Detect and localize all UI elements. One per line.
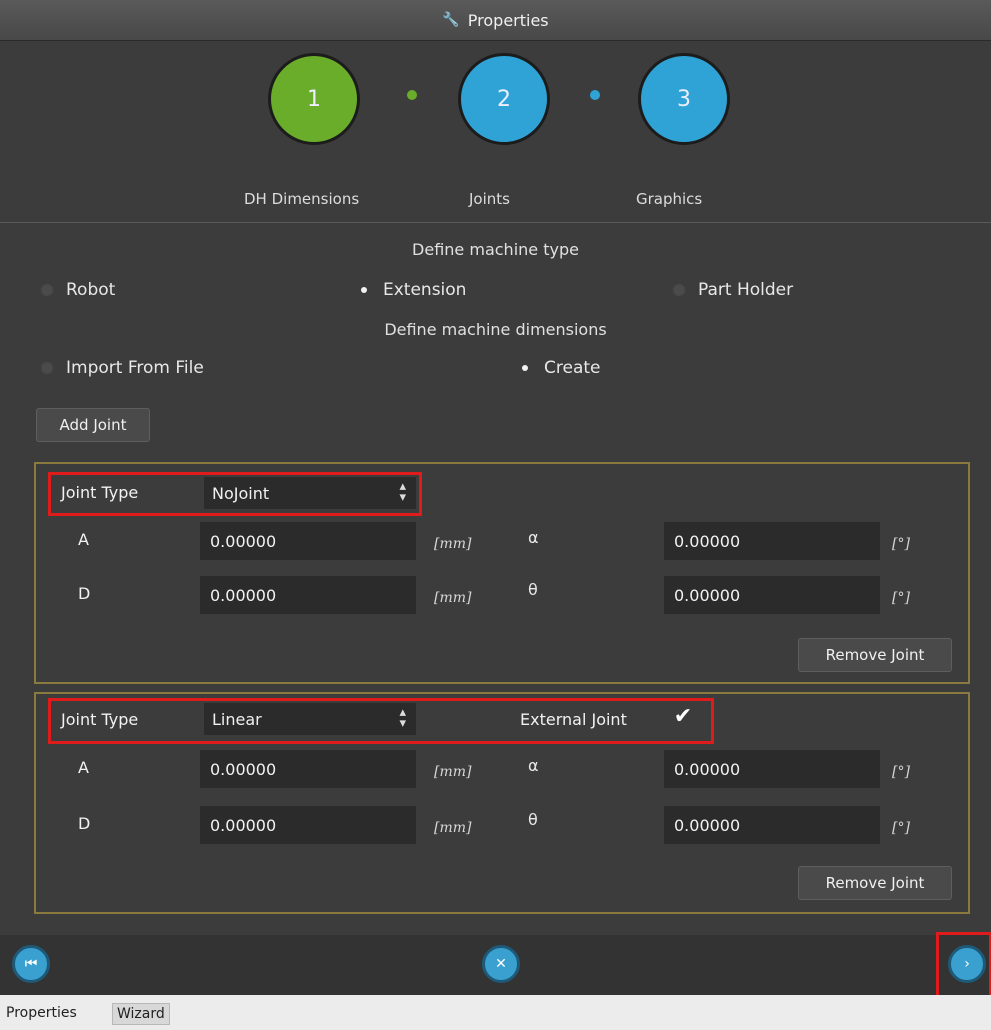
d-label: D: [78, 814, 91, 833]
alpha-unit: [°]: [892, 764, 910, 780]
theta-unit: [°]: [892, 820, 910, 836]
theta-label: θ: [528, 580, 538, 599]
step-3-label: Graphics: [636, 190, 703, 208]
a-label: A: [78, 758, 89, 777]
alpha-unit: [°]: [892, 536, 910, 552]
panel-title-bar: 🔧 Properties: [0, 0, 991, 41]
tab-wizard[interactable]: Wizard: [112, 1003, 170, 1025]
step-connector-dot: [590, 90, 600, 100]
tab-properties[interactable]: Properties: [2, 1003, 81, 1023]
a-input[interactable]: 0.00000: [200, 522, 416, 560]
machine-type-title: Define machine type: [412, 240, 579, 259]
wizard-steps: 1 2 3 DH Dimensions Joints Graphics: [0, 40, 991, 220]
alpha-label: α: [528, 528, 539, 547]
d-unit: [mm]: [434, 820, 472, 836]
a-label: A: [78, 530, 89, 549]
a-unit: [mm]: [434, 536, 472, 552]
panel-title: Properties: [467, 10, 549, 30]
radio-extension[interactable]: Extension: [357, 280, 466, 300]
external-joint-label: External Joint: [520, 710, 627, 729]
radio-import-from-file[interactable]: Import From File: [40, 358, 204, 378]
radio-robot[interactable]: Robot: [40, 280, 115, 300]
alpha-label: α: [528, 756, 539, 775]
alpha-input[interactable]: 0.00000: [664, 750, 880, 788]
step-connector-dot: [407, 90, 417, 100]
step-1-circle[interactable]: 1: [268, 53, 360, 145]
step-3-circle[interactable]: 3: [638, 53, 730, 145]
theta-unit: [°]: [892, 590, 910, 606]
external-joint-checkbox[interactable]: ✔: [672, 706, 694, 728]
radio-dot-selected: [518, 361, 532, 375]
d-input[interactable]: 0.00000: [200, 576, 416, 614]
divider: [0, 222, 991, 223]
joint-panel-1: Joint Type NoJoint ▴ ▾ A 0.00000 [mm] α 0…: [34, 462, 970, 684]
skip-back-icon[interactable]: ⏮: [12, 945, 50, 983]
theta-input[interactable]: 0.00000: [664, 576, 880, 614]
d-input[interactable]: 0.00000: [200, 806, 416, 844]
step-1-label: DH Dimensions: [244, 190, 360, 208]
joint-type-select[interactable]: NoJoint ▴ ▾: [204, 477, 416, 509]
a-unit: [mm]: [434, 764, 472, 780]
machine-dimensions-title: Define machine dimensions: [384, 320, 607, 339]
radio-create[interactable]: Create: [518, 358, 601, 378]
radio-dot-selected: [357, 283, 371, 297]
remove-joint-button[interactable]: Remove Joint: [798, 866, 952, 900]
joint-panel-2: Joint Type Linear ▴ ▾ External Joint ✔ A …: [34, 692, 970, 914]
joint-type-label: Joint Type: [61, 710, 139, 729]
wrench-icon: 🔧: [442, 12, 460, 28]
d-unit: [mm]: [434, 590, 472, 606]
select-arrows-icon: ▴ ▾: [399, 705, 406, 731]
theta-label: θ: [528, 810, 538, 829]
joint-type-label: Joint Type: [61, 483, 139, 502]
remove-joint-button[interactable]: Remove Joint: [798, 638, 952, 672]
a-input[interactable]: 0.00000: [200, 750, 416, 788]
add-joint-button[interactable]: Add Joint: [36, 408, 150, 442]
step-2-label: Joints: [469, 190, 510, 208]
alpha-input[interactable]: 0.00000: [664, 522, 880, 560]
radio-part-holder[interactable]: Part Holder: [672, 280, 793, 300]
wizard-nav-bar: ⏮ ✕ ›: [0, 932, 991, 1000]
select-arrows-icon: ▴ ▾: [399, 479, 406, 505]
theta-input[interactable]: 0.00000: [664, 806, 880, 844]
d-label: D: [78, 584, 91, 603]
close-icon[interactable]: ✕: [482, 945, 520, 983]
radio-dot: [40, 361, 54, 375]
radio-dot: [40, 283, 54, 297]
joint-type-select[interactable]: Linear ▴ ▾: [204, 703, 416, 735]
step-2-circle[interactable]: 2: [458, 53, 550, 145]
radio-dot: [672, 283, 686, 297]
bottom-tabs: Properties Wizard: [0, 995, 991, 1030]
chevron-right-icon[interactable]: ›: [948, 945, 986, 983]
